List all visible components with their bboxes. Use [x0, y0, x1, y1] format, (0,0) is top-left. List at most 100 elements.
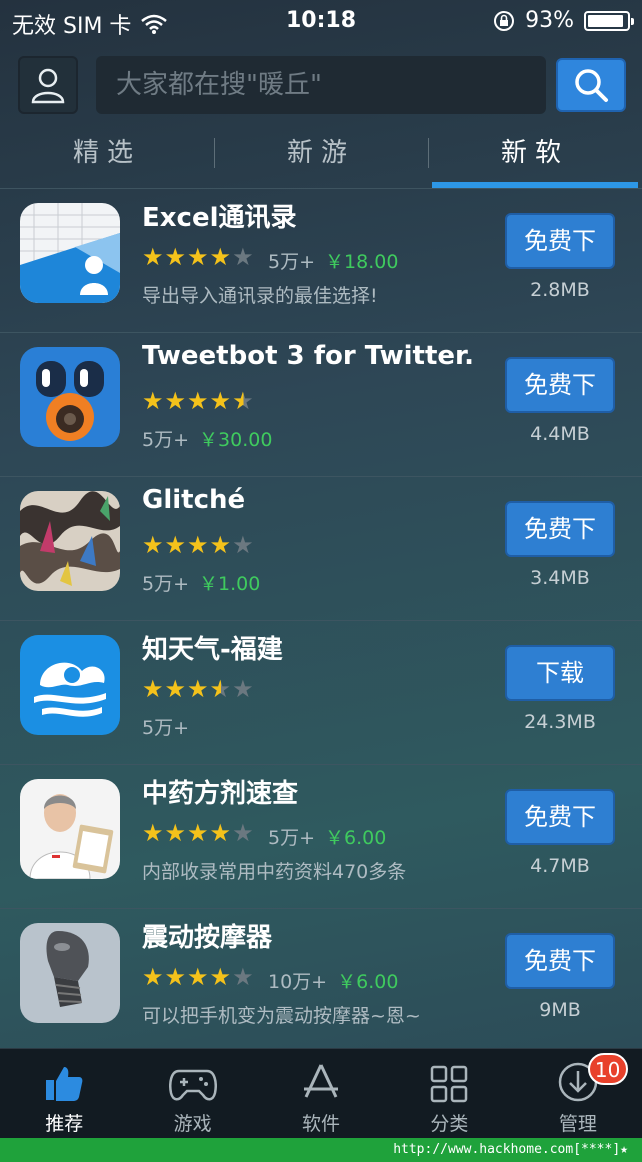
star-icon: ★ [142, 243, 165, 271]
star-icon: ★ [232, 243, 255, 271]
notification-badge: 10 [587, 1053, 628, 1085]
app-name: Glitché [142, 485, 246, 515]
app-row[interactable]: Tweetbot 3 for Twitter.... ★★★★★ 5万+ ￥30.… [0, 333, 642, 477]
app-row[interactable]: 知天气-福建 ★★★★★ 5万+ 下载 24.3MB [0, 621, 642, 765]
weather-app-icon [20, 635, 120, 735]
tabbar-label: 分类 [430, 1113, 469, 1135]
app-description: 可以把手机变为震动按摩器~恩~ [142, 1005, 421, 1027]
watermark-footer: http://www.hackhome.com[****]★ [0, 1138, 642, 1162]
tab-divider [428, 138, 429, 168]
tabbar-categories[interactable]: 分类 [385, 1049, 513, 1139]
tweetbot-app-icon [20, 347, 120, 447]
app-size: 4.7MB [530, 855, 590, 877]
download-count: 5万+ [142, 717, 190, 739]
search-icon [575, 69, 608, 102]
star-icon: ★ [164, 243, 188, 271]
glitche-app-icon [20, 491, 120, 591]
app-price: ￥30.00 [199, 429, 273, 451]
tabbar-apps[interactable]: 软件 [257, 1049, 385, 1139]
star-icon: ★ [187, 675, 210, 703]
star-icon: ★ [232, 819, 255, 847]
excel-contacts-app-icon [20, 203, 120, 303]
tabbar-manage[interactable]: 管理 10 [514, 1049, 642, 1139]
download-button[interactable]: 免费下 [505, 789, 615, 845]
star-icon: ★ [232, 963, 255, 991]
star-icon: ★ [232, 675, 255, 703]
download-count: 5万+ [142, 573, 190, 595]
app-description: 内部收录常用中药资料470多条 [142, 861, 407, 883]
star-icon: ★ [187, 819, 210, 847]
status-bar: 无效 SIM 卡 10:18 93% [0, 0, 642, 44]
app-row[interactable]: Excel通讯录 ★★★★★ 5万+ ￥18.00 导出导入通讯录的最佳选择! 免… [0, 189, 642, 333]
app-store-icon [304, 1064, 339, 1098]
tab-new-games[interactable]: 新游 [214, 124, 428, 188]
app-meta: 5万+ [142, 713, 199, 740]
download-count: 5万+ [142, 429, 190, 451]
star-icon: ★ [187, 387, 210, 415]
star-icon: ★ [164, 819, 188, 847]
app-row[interactable]: 中药方剂速查 ★★★★★ 5万+ ￥6.00 内部收录常用中药资料470多条 免费… [0, 765, 642, 909]
star-icon: ★ [187, 531, 210, 559]
tab-featured[interactable]: 精选 [0, 124, 214, 188]
tabbar-games[interactable]: 游戏 [128, 1049, 256, 1139]
tabbar-label: 推荐 [45, 1113, 84, 1135]
app-price: ￥1.00 [199, 573, 261, 595]
star-icon: ★ [209, 243, 233, 271]
app-size: 24.3MB [524, 711, 596, 733]
app-name: 震动按摩器 [142, 923, 273, 953]
app-size: 4.4MB [530, 423, 590, 445]
download-button[interactable]: 免费下 [505, 501, 615, 557]
top-tabs: 精选 新游 新软 [0, 124, 642, 188]
search-header: 大家都在搜"暖丘" [0, 54, 642, 116]
user-button[interactable] [18, 56, 78, 114]
battery-icon [584, 10, 634, 31]
tab-divider [214, 138, 215, 168]
star-icon: ★ [164, 675, 188, 703]
tabbar-label: 管理 [558, 1113, 597, 1135]
download-count: 5万+ [268, 827, 316, 849]
star-icon: ★ [209, 819, 233, 847]
half-star-icon: ★ [209, 675, 233, 703]
rating-stars: ★★★★★ [142, 243, 255, 271]
app-size: 3.4MB [530, 567, 590, 589]
star-icon: ★ [164, 963, 188, 991]
battery-percent: 93% [525, 8, 574, 33]
star-icon: ★ [164, 531, 188, 559]
download-count: 5万+ [268, 251, 316, 273]
star-icon: ★ [209, 387, 233, 415]
search-button[interactable] [556, 58, 626, 112]
download-button[interactable]: 免费下 [505, 357, 615, 413]
tab-new-apps[interactable]: 新软 [428, 124, 642, 188]
search-input[interactable]: 大家都在搜"暖丘" [96, 56, 546, 114]
app-row[interactable]: 震动按摩器 ★★★★★ 10万+ ￥6.00 可以把手机变为震动按摩器~恩~ 免费… [0, 909, 642, 1053]
tabbar-recommend[interactable]: 推荐 [0, 1049, 128, 1139]
rotation-lock-icon [494, 10, 515, 31]
app-price: ￥18.00 [325, 251, 399, 273]
star-icon: ★ [232, 531, 255, 559]
star-icon: ★ [209, 963, 233, 991]
download-button[interactable]: 下载 [505, 645, 615, 701]
status-right: 93% [493, 8, 634, 33]
thumbs-up-icon [46, 1067, 83, 1101]
app-list: Excel通讯录 ★★★★★ 5万+ ￥18.00 导出导入通讯录的最佳选择! 免… [0, 189, 642, 1053]
app-size: 9MB [539, 999, 581, 1021]
gamepad-icon [168, 1069, 217, 1101]
tabbar-label: 软件 [302, 1113, 341, 1135]
app-row[interactable]: Glitché ★★★★★ 5万+ ￥1.00 免费下 3.4MB [0, 477, 642, 621]
app-meta: 10万+ ￥6.00 [268, 967, 398, 994]
download-button[interactable]: 免费下 [505, 933, 615, 989]
app-meta: 5万+ ￥30.00 [142, 425, 272, 452]
bottom-tab-bar: 推荐 游戏 软件 分类 管理 10 [0, 1048, 642, 1139]
star-icon: ★ [142, 387, 165, 415]
app-name: 知天气-福建 [142, 635, 283, 665]
download-button[interactable]: 免费下 [505, 213, 615, 269]
rating-stars: ★★★★★ [142, 387, 255, 415]
rating-stars: ★★★★★ [142, 819, 255, 847]
star-icon: ★ [142, 963, 165, 991]
app-name: Excel通讯录 [142, 203, 297, 233]
star-icon: ★ [142, 819, 165, 847]
app-name: Tweetbot 3 for Twitter.... [142, 341, 472, 371]
star-icon: ★ [164, 387, 188, 415]
rating-stars: ★★★★★ [142, 675, 255, 703]
app-meta: 5万+ ￥18.00 [268, 247, 398, 274]
